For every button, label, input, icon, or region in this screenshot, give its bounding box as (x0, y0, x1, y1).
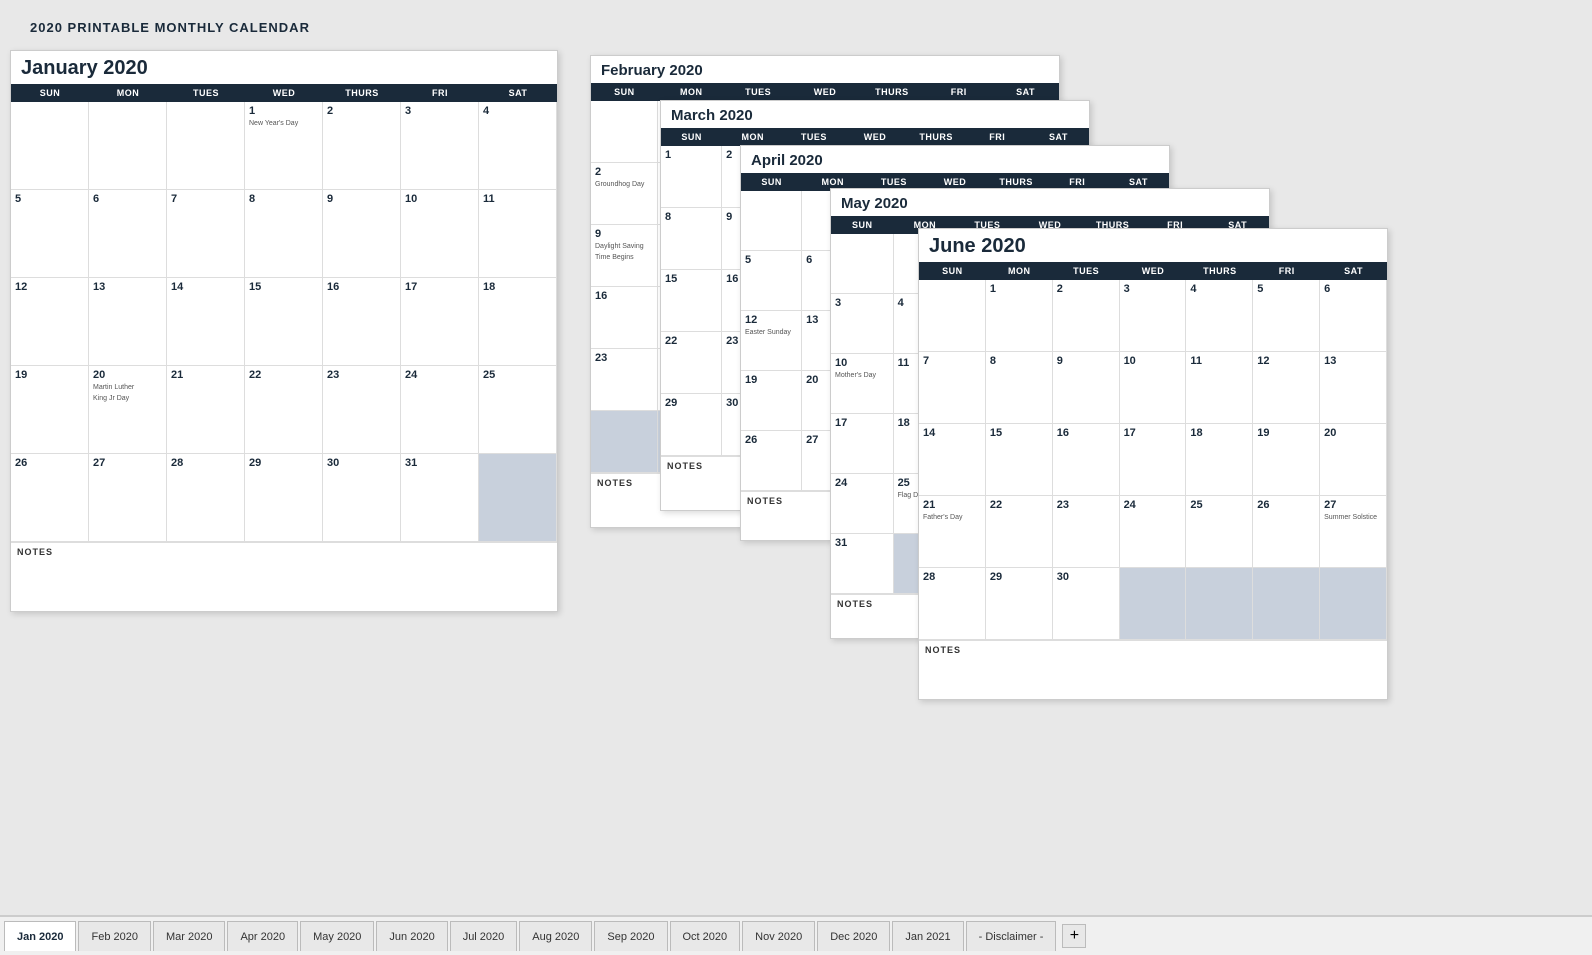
jan-cell-27: 27 (89, 454, 167, 542)
tab-jun-2020[interactable]: Jun 2020 (376, 921, 447, 951)
jan-cell-5: 5 (11, 190, 89, 278)
jan-cell-7: 7 (167, 190, 245, 278)
tab-add-button[interactable]: + (1062, 924, 1086, 948)
jan-hdr-wed: WED (245, 84, 323, 102)
jan-hdr-mon: MON (89, 84, 167, 102)
jan-cell-17: 17 (401, 278, 479, 366)
jan-cell-gray (479, 454, 557, 542)
jan-cell-25: 25 (479, 366, 557, 454)
tab-aug-2020[interactable]: Aug 2020 (519, 921, 592, 951)
jan-cell-3: 3 (401, 102, 479, 190)
jan-cell-8: 8 (245, 190, 323, 278)
tab-bar: Jan 2020 Feb 2020 Mar 2020 Apr 2020 May … (0, 915, 1592, 955)
jan-cell-12: 12 (11, 278, 89, 366)
tab-jan-2020[interactable]: Jan 2020 (4, 921, 76, 951)
jan-hdr-sun: SUN (11, 84, 89, 102)
tab-jan-2021[interactable]: Jan 2021 (892, 921, 963, 951)
jan-cell-20: 20 Martin LutherKing Jr Day (89, 366, 167, 454)
jan-cell-10: 10 (401, 190, 479, 278)
january-notes: NOTES (11, 542, 557, 561)
january-header: SUN MON TUES WED THURS FRI SAT (11, 84, 557, 102)
february-title: February 2020 (591, 56, 1059, 83)
jan-cell-14: 14 (167, 278, 245, 366)
jan-cell-24: 24 (401, 366, 479, 454)
january-title: January 2020 (11, 51, 557, 84)
jan-cell-2: 2 (323, 102, 401, 190)
tab-mar-2020[interactable]: Mar 2020 (153, 921, 225, 951)
tab-apr-2020[interactable]: Apr 2020 (227, 921, 298, 951)
jan-cell-22: 22 (245, 366, 323, 454)
jan-cell-11: 11 (479, 190, 557, 278)
jan-hdr-tue: TUES (167, 84, 245, 102)
jan-cell-1: 1 New Year's Day (245, 102, 323, 190)
main-area: 2020 PRINTABLE MONTHLY CALENDAR January … (0, 0, 1592, 915)
june-header: SUN MON TUES WED THURS FRI SAT (919, 262, 1387, 280)
jan-cell-28: 28 (167, 454, 245, 542)
june-notes: NOTES (919, 640, 1387, 659)
jan-hdr-thu: THURS (323, 84, 401, 102)
page-title: 2020 PRINTABLE MONTHLY CALENDAR (30, 20, 1562, 35)
jan-cell-6: 6 (89, 190, 167, 278)
jan-cell-empty2 (89, 102, 167, 190)
jan-cell-23: 23 (323, 366, 401, 454)
calendar-january: January 2020 SUN MON TUES WED THURS FRI … (10, 50, 558, 612)
jan-cell-9: 9 (323, 190, 401, 278)
june-title: June 2020 (919, 229, 1387, 262)
january-grid: 1 New Year's Day 2 3 4 5 6 7 8 9 10 11 1… (11, 102, 557, 542)
tab-may-2020[interactable]: May 2020 (300, 921, 374, 951)
tab-nov-2020[interactable]: Nov 2020 (742, 921, 815, 951)
march-header: SUN MON TUES WED THURS FRI SAT (661, 128, 1089, 146)
jan-cell-21: 21 (167, 366, 245, 454)
jan-cell-29: 29 (245, 454, 323, 542)
february-header: SUN MON TUES WED THURS FRI SAT (591, 83, 1059, 101)
calendar-june: June 2020 SUN MON TUES WED THURS FRI SAT… (918, 228, 1388, 700)
tab-oct-2020[interactable]: Oct 2020 (670, 921, 741, 951)
jan-cell-empty1 (11, 102, 89, 190)
jan-cell-18: 18 (479, 278, 557, 366)
jan-cell-15: 15 (245, 278, 323, 366)
jan-hdr-fri: FRI (401, 84, 479, 102)
jan-cell-4: 4 (479, 102, 557, 190)
jan-cell-19: 19 (11, 366, 89, 454)
jan-cell-16: 16 (323, 278, 401, 366)
jan-cell-26: 26 (11, 454, 89, 542)
tab-dec-2020[interactable]: Dec 2020 (817, 921, 890, 951)
tab-sep-2020[interactable]: Sep 2020 (594, 921, 667, 951)
june-grid: 1 2 3 4 5 6 7 8 9 10 11 12 13 14 15 16 1… (919, 280, 1387, 640)
jan-hdr-sat: SAT (479, 84, 557, 102)
jan-cell-empty3 (167, 102, 245, 190)
march-title: March 2020 (661, 101, 1089, 128)
jan-cell-30: 30 (323, 454, 401, 542)
april-title: April 2020 (741, 146, 1169, 173)
may-title: May 2020 (831, 189, 1269, 216)
tab-jul-2020[interactable]: Jul 2020 (450, 921, 518, 951)
tab-feb-2020[interactable]: Feb 2020 (78, 921, 150, 951)
jan-cell-13: 13 (89, 278, 167, 366)
tab-disclaimer[interactable]: - Disclaimer - (966, 921, 1057, 951)
jan-cell-31: 31 (401, 454, 479, 542)
